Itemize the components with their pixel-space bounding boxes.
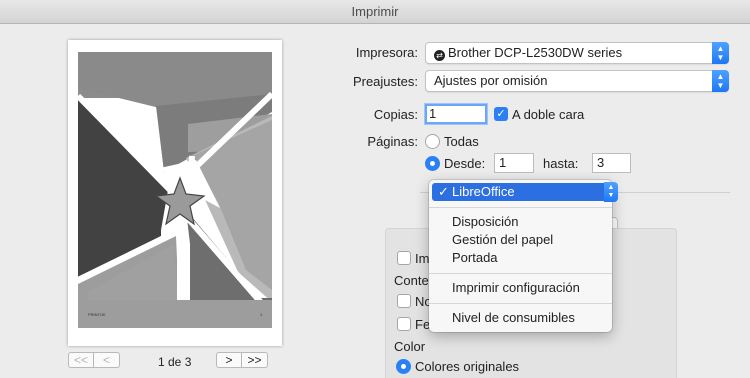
copies-label: Copias: [373,107,418,122]
presets-popup[interactable]: Ajustes por omisión ▲ ▼ [425,70,729,92]
duplex-checkbox[interactable]: ✓ [494,107,508,121]
pages-range-radio[interactable] [425,156,440,171]
copies-field[interactable]: 1 [425,104,487,124]
menu-item-libreoffice[interactable]: ✓ LibreOffice [432,183,609,201]
menu-item-supply-levels[interactable]: Nivel de consumibles [429,309,612,327]
original-colors-radio[interactable] [396,359,411,374]
presets-value: Ajustes por omisión [434,73,548,88]
pages-from-field[interactable]: 1 [494,153,534,173]
printer-label: Impresora: [355,45,418,60]
pages-to-label: hasta: [543,156,579,171]
first-page-button[interactable]: << [68,352,94,368]
popup-arrows-icon: ▲ ▼ [712,42,729,64]
option-1-checkbox[interactable] [397,251,411,265]
menu-separator [429,273,612,274]
menu-item-paper-handling[interactable]: Gestión del papel [429,231,612,249]
pages-to-field[interactable]: 3 [592,153,631,173]
option-2-checkbox[interactable] [397,294,411,308]
original-colors-label: Colores originales [415,359,520,374]
last-page-button[interactable]: >> [242,352,268,368]
printer-icon: ⇄ [434,50,445,61]
page-indicator: 1 de 3 [158,355,192,369]
pages-label: Páginas: [367,134,418,149]
section-popup-arrows-icon[interactable]: ▲ ▼ [604,182,618,202]
checkmark-icon: ✓ [438,184,449,199]
menu-item-cover-page[interactable]: Portada [429,249,612,267]
option-3-checkbox[interactable] [397,317,411,331]
menu-item-layout[interactable]: Disposición [429,213,612,231]
menu-separator [429,207,612,208]
next-page-button[interactable]: > [216,352,242,368]
menu-separator [429,303,612,304]
duplex-label: A doble cara [512,107,585,122]
color-heading: Color [394,339,426,354]
section-dropdown-menu: ✓ LibreOffice Disposición Gestión del pa… [429,180,612,332]
preview-nav-forward: > >> [216,352,268,368]
preview-image: PRINTOK 1 [75,52,275,330]
presets-label: Preajustes: [352,74,418,89]
page-preview: PRINTOK 1 [68,40,282,346]
pages-all-radio[interactable] [425,134,440,149]
menu-item-print-settings[interactable]: Imprimir configuración [429,279,612,297]
printer-value: Brother DCP-L2530DW series [448,45,623,60]
preview-footer-left: PRINTOK [88,312,106,317]
previous-page-button[interactable]: < [94,352,120,368]
popup-arrows-icon: ▲ ▼ [712,70,729,92]
window-title: Imprimir [0,0,750,24]
pages-range-label: Desde: [444,156,486,171]
contents-heading: Conter [394,273,434,288]
preview-nav-back: << < [68,352,120,368]
printer-popup[interactable]: ⇄ Brother DCP-L2530DW series ▲ ▼ [425,42,729,64]
pages-all-label: Todas [444,134,479,149]
